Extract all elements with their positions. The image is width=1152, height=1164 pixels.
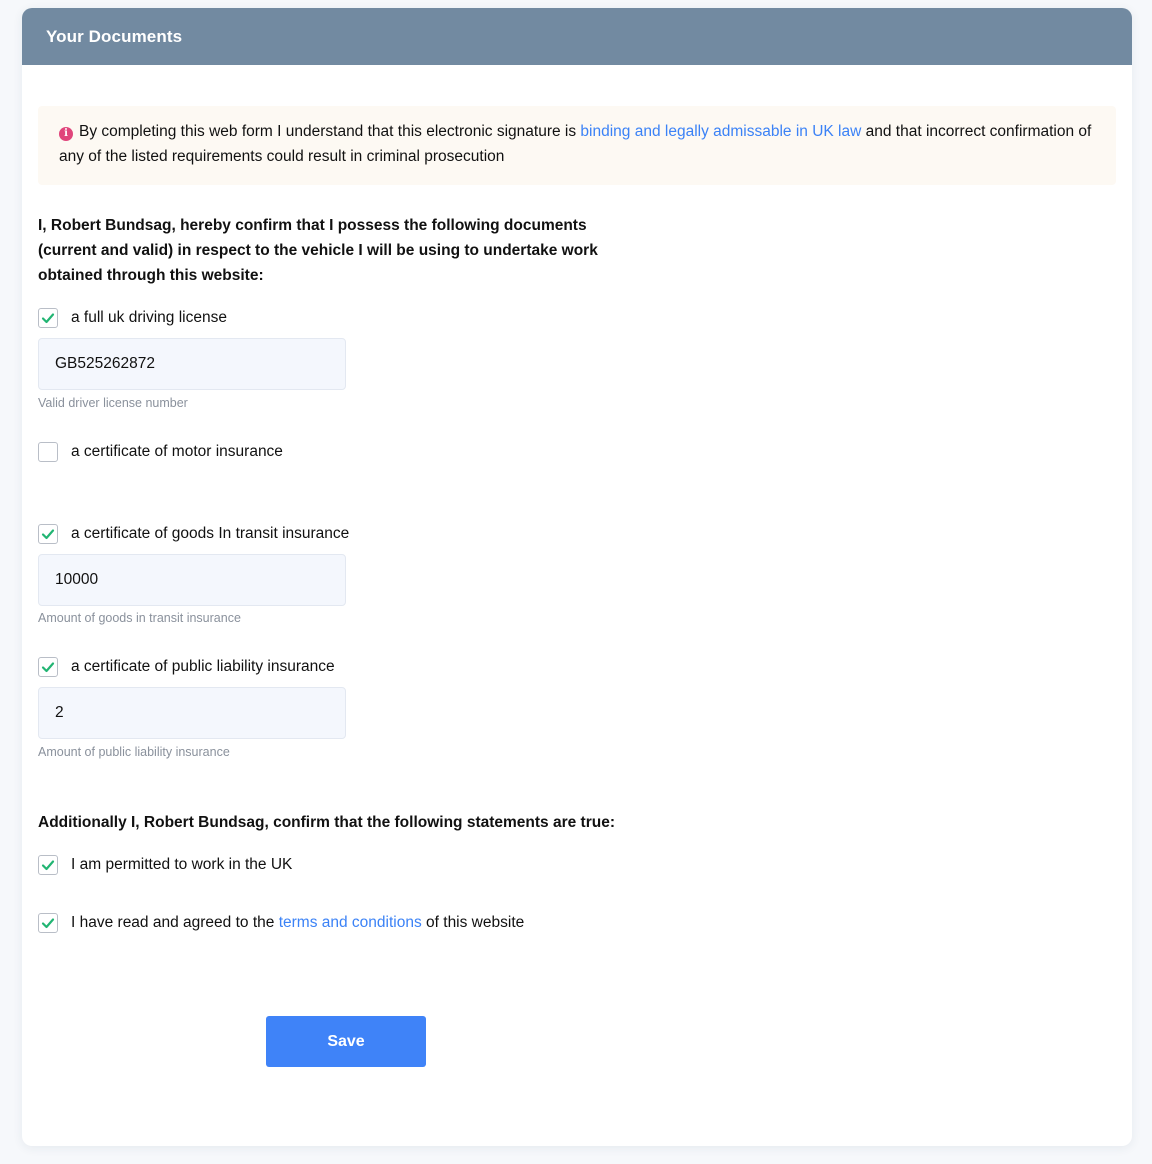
goods-in-transit-checkbox[interactable] [38, 524, 58, 544]
goods-in-transit-label: a certificate of goods In transit insura… [71, 525, 350, 542]
card-header: Your Documents [22, 8, 1132, 65]
terms-agreed-label: I have read and agreed to the terms and … [71, 914, 524, 932]
card-title: Your Documents [46, 26, 183, 46]
checkmark-icon [41, 918, 55, 929]
motor-insurance-checkbox[interactable] [38, 442, 58, 462]
legal-notice: i By completing this web form I understan… [38, 106, 1116, 185]
legal-link[interactable]: binding and legally admissable in UK law [580, 123, 861, 140]
terms-text-after: of this website [421, 914, 525, 931]
driving-license-label: a full uk driving license [71, 309, 227, 326]
permitted-to-work-label: I am permitted to work in the UK [71, 856, 293, 873]
public-liability-amount-input[interactable] [38, 687, 346, 739]
confirmation-intro: I, Robert Bundsag, hereby confirm that I… [38, 217, 598, 284]
permitted-to-work-checkbox[interactable] [38, 855, 58, 875]
checkmark-icon [41, 529, 55, 540]
goods-in-transit-hint: Amount of goods in transit insurance [38, 611, 241, 625]
driving-license-checkbox[interactable] [38, 308, 58, 328]
terms-text-before: I have read and agreed to the [71, 914, 279, 931]
save-button[interactable]: Save [266, 1016, 426, 1067]
driver-license-hint: Valid driver license number [38, 396, 188, 410]
info-icon: i [59, 127, 73, 141]
public-liability-hint: Amount of public liability insurance [38, 745, 230, 759]
motor-insurance-label: a certificate of motor insurance [71, 443, 283, 460]
statements-heading: Additionally I, Robert Bundsag, confirm … [38, 814, 615, 831]
goods-in-transit-amount-input[interactable] [38, 554, 346, 606]
checkmark-icon [41, 662, 55, 673]
notice-text-before: By completing this web form I understand… [79, 123, 581, 140]
public-liability-checkbox[interactable] [38, 657, 58, 677]
public-liability-label: a certificate of public liability insura… [71, 658, 335, 675]
documents-card: Your Documents i By completing this web f… [22, 8, 1132, 1146]
checkmark-icon [41, 860, 55, 871]
driver-license-number-input[interactable] [38, 338, 346, 390]
terms-agreed-checkbox[interactable] [38, 913, 58, 933]
terms-and-conditions-link[interactable]: terms and conditions [279, 914, 422, 931]
checkmark-icon [41, 313, 55, 324]
